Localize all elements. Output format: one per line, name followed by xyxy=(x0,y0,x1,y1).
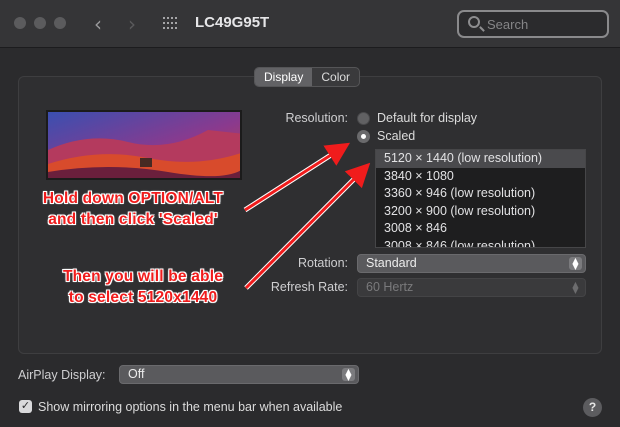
annotation-line: Then you will be able xyxy=(62,268,224,285)
annotation-instruction-1: Hold down OPTION/ALT and then click 'Sca… xyxy=(16,188,250,230)
arrow-icon xyxy=(244,162,371,290)
annotation-line: and then click 'Scaled' xyxy=(48,211,218,228)
annotation-line: to select 5120x1440 xyxy=(68,289,218,306)
annotation-line: Hold down OPTION/ALT xyxy=(42,190,224,207)
annotation-instruction-2: Then you will be able to select 5120x144… xyxy=(40,266,246,308)
